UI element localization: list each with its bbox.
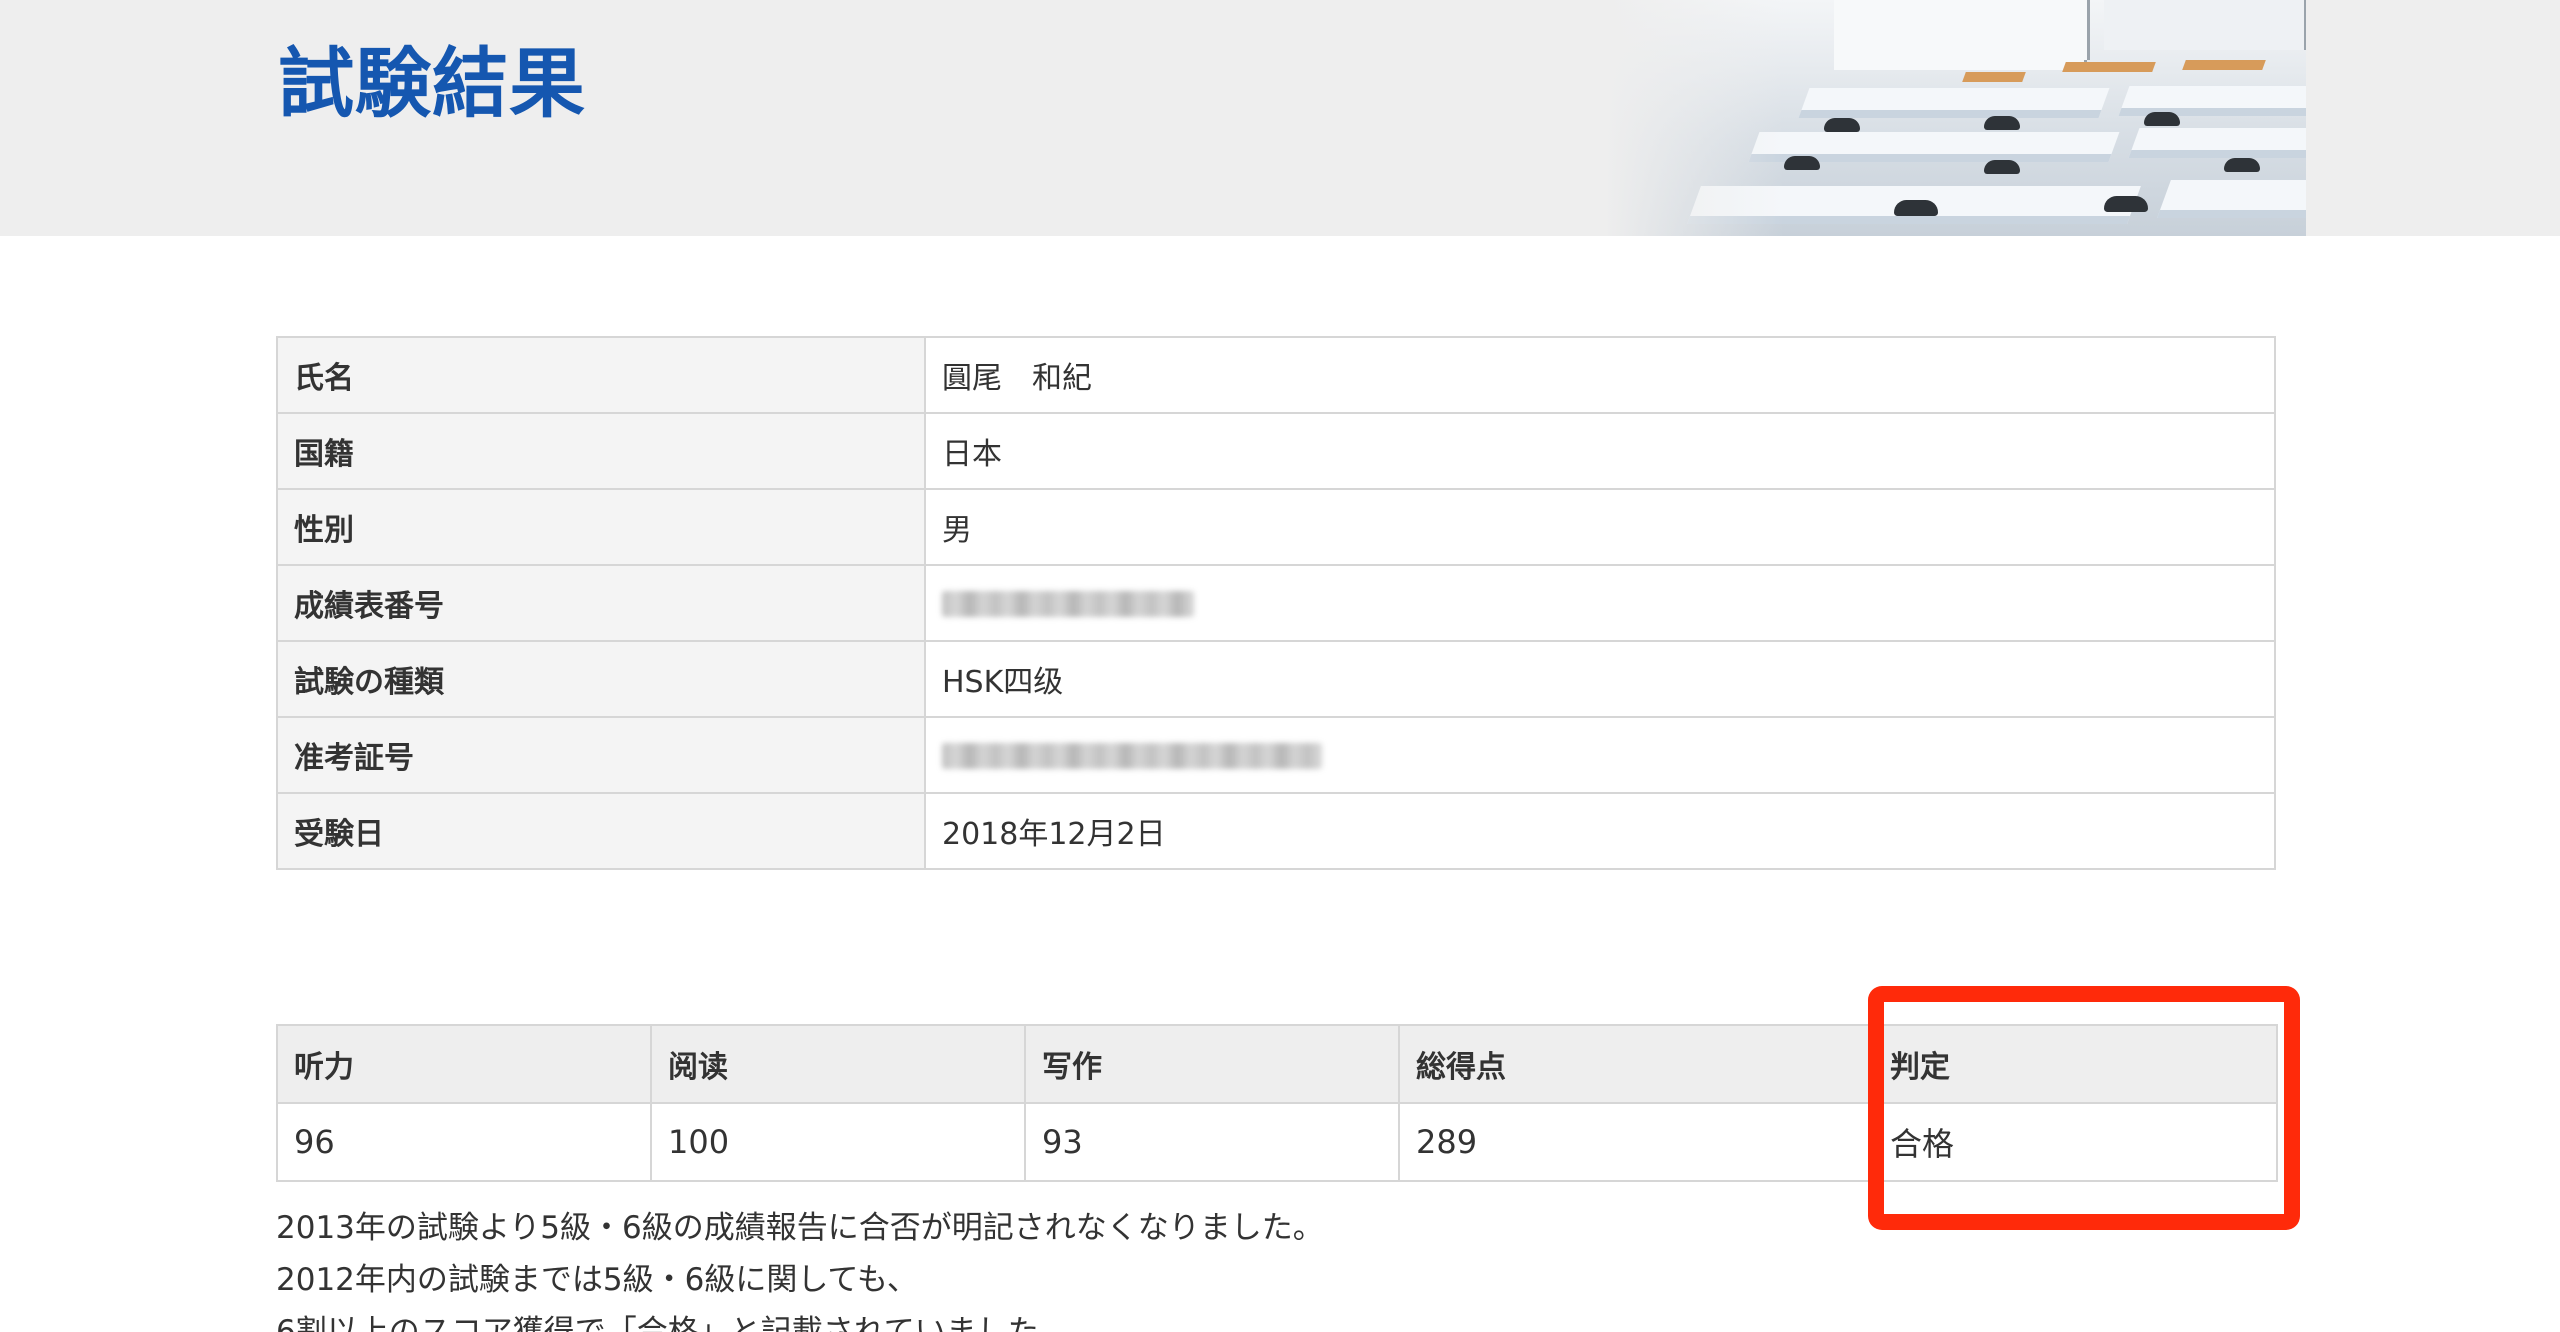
table-row: 試験の種類 HSK四级 bbox=[276, 640, 2276, 718]
note-line: 2012年内の試験までは5級・6級に関しても、 bbox=[276, 1262, 918, 1298]
info-value-admission-number bbox=[924, 716, 2276, 794]
page: 試験結果 氏名 圓尾 和紀 国籍 日本 性別 男 成績表番号 試験の種類 HSK… bbox=[0, 0, 2560, 1332]
header-band: 試験結果 bbox=[0, 0, 2560, 236]
info-value-exam-date: 2018年12月2日 bbox=[924, 792, 2276, 870]
info-value-nationality: 日本 bbox=[924, 412, 2276, 490]
table-row: 受験日 2018年12月2日 bbox=[276, 792, 2276, 870]
info-label: 国籍 bbox=[276, 412, 926, 490]
table-row: 成績表番号 bbox=[276, 564, 2276, 642]
table-row: 准考証号 bbox=[276, 716, 2276, 794]
photo-desk bbox=[1798, 88, 2110, 118]
score-table: 听力 阅读 写作 総得点 判定 96 100 93 289 合格 bbox=[276, 1024, 2278, 1182]
photo-desk-wood bbox=[2182, 60, 2266, 70]
photo-chair bbox=[1984, 116, 2020, 130]
photo-chair bbox=[1894, 200, 1938, 216]
score-header-total: 総得点 bbox=[1398, 1024, 1874, 1104]
score-listening: 96 bbox=[276, 1102, 652, 1182]
score-header-listening: 听力 bbox=[276, 1024, 652, 1104]
photo-window bbox=[2104, 0, 2306, 50]
table-row: 性別 男 bbox=[276, 488, 2276, 566]
table-row: 国籍 日本 bbox=[276, 412, 2276, 490]
photo-fade bbox=[1604, 0, 1784, 236]
photo-wall-edge bbox=[2084, 0, 2090, 60]
photo-chair bbox=[2144, 112, 2180, 126]
note-line: 2013年の試験より5級・6級の成績報告に合否が明記されなくなりました。 bbox=[276, 1210, 1324, 1246]
photo-chair bbox=[1824, 118, 1860, 132]
score-writing: 93 bbox=[1024, 1102, 1400, 1182]
photo-wall-panel bbox=[1834, 0, 2087, 70]
info-value-report-number bbox=[924, 564, 2276, 642]
score-value-row: 96 100 93 289 合格 bbox=[276, 1102, 2278, 1182]
info-label: 性別 bbox=[276, 488, 926, 566]
info-value-gender: 男 bbox=[924, 488, 2276, 566]
redacted-admission-number bbox=[942, 743, 1322, 769]
photo-chair bbox=[1984, 160, 2020, 174]
photo-desk-wood bbox=[1962, 72, 2026, 82]
score-header-reading: 阅读 bbox=[650, 1024, 1026, 1104]
score-result: 合格 bbox=[1872, 1102, 2278, 1182]
info-label: 試験の種類 bbox=[276, 640, 926, 718]
photo-chair bbox=[2104, 196, 2148, 212]
score-header-row: 听力 阅读 写作 総得点 判定 bbox=[276, 1024, 2278, 1104]
classroom-photo bbox=[1604, 0, 2306, 236]
photo-chair bbox=[1784, 156, 1820, 170]
score-header-result: 判定 bbox=[1872, 1024, 2278, 1104]
score-header-writing: 写作 bbox=[1024, 1024, 1400, 1104]
score-total: 289 bbox=[1398, 1102, 1874, 1182]
info-label: 成績表番号 bbox=[276, 564, 926, 642]
candidate-info-table: 氏名 圓尾 和紀 国籍 日本 性別 男 成績表番号 試験の種類 HSK四级 准考… bbox=[276, 336, 2276, 870]
info-label: 氏名 bbox=[276, 336, 926, 414]
page-title: 試験結果 bbox=[278, 39, 586, 128]
score-reading: 100 bbox=[650, 1102, 1026, 1182]
info-value-exam-type: HSK四级 bbox=[924, 640, 2276, 718]
info-label: 受験日 bbox=[276, 792, 926, 870]
photo-desk bbox=[2157, 180, 2306, 218]
table-row: 氏名 圓尾 和紀 bbox=[276, 336, 2276, 414]
redacted-report-number bbox=[942, 591, 1194, 617]
notes: 2013年の試験より5級・6級の成績報告に合否が明記されなくなりました。 201… bbox=[276, 1202, 1324, 1332]
photo-desk-wood bbox=[2062, 62, 2156, 72]
photo-chair bbox=[2224, 158, 2260, 172]
photo-desk bbox=[2128, 128, 2306, 158]
photo-desk bbox=[2118, 86, 2306, 116]
info-label: 准考証号 bbox=[276, 716, 926, 794]
note-line: 6割以上のスコア獲得で「合格」と記載されていました。 bbox=[276, 1314, 1070, 1332]
info-value-name: 圓尾 和紀 bbox=[924, 336, 2276, 414]
